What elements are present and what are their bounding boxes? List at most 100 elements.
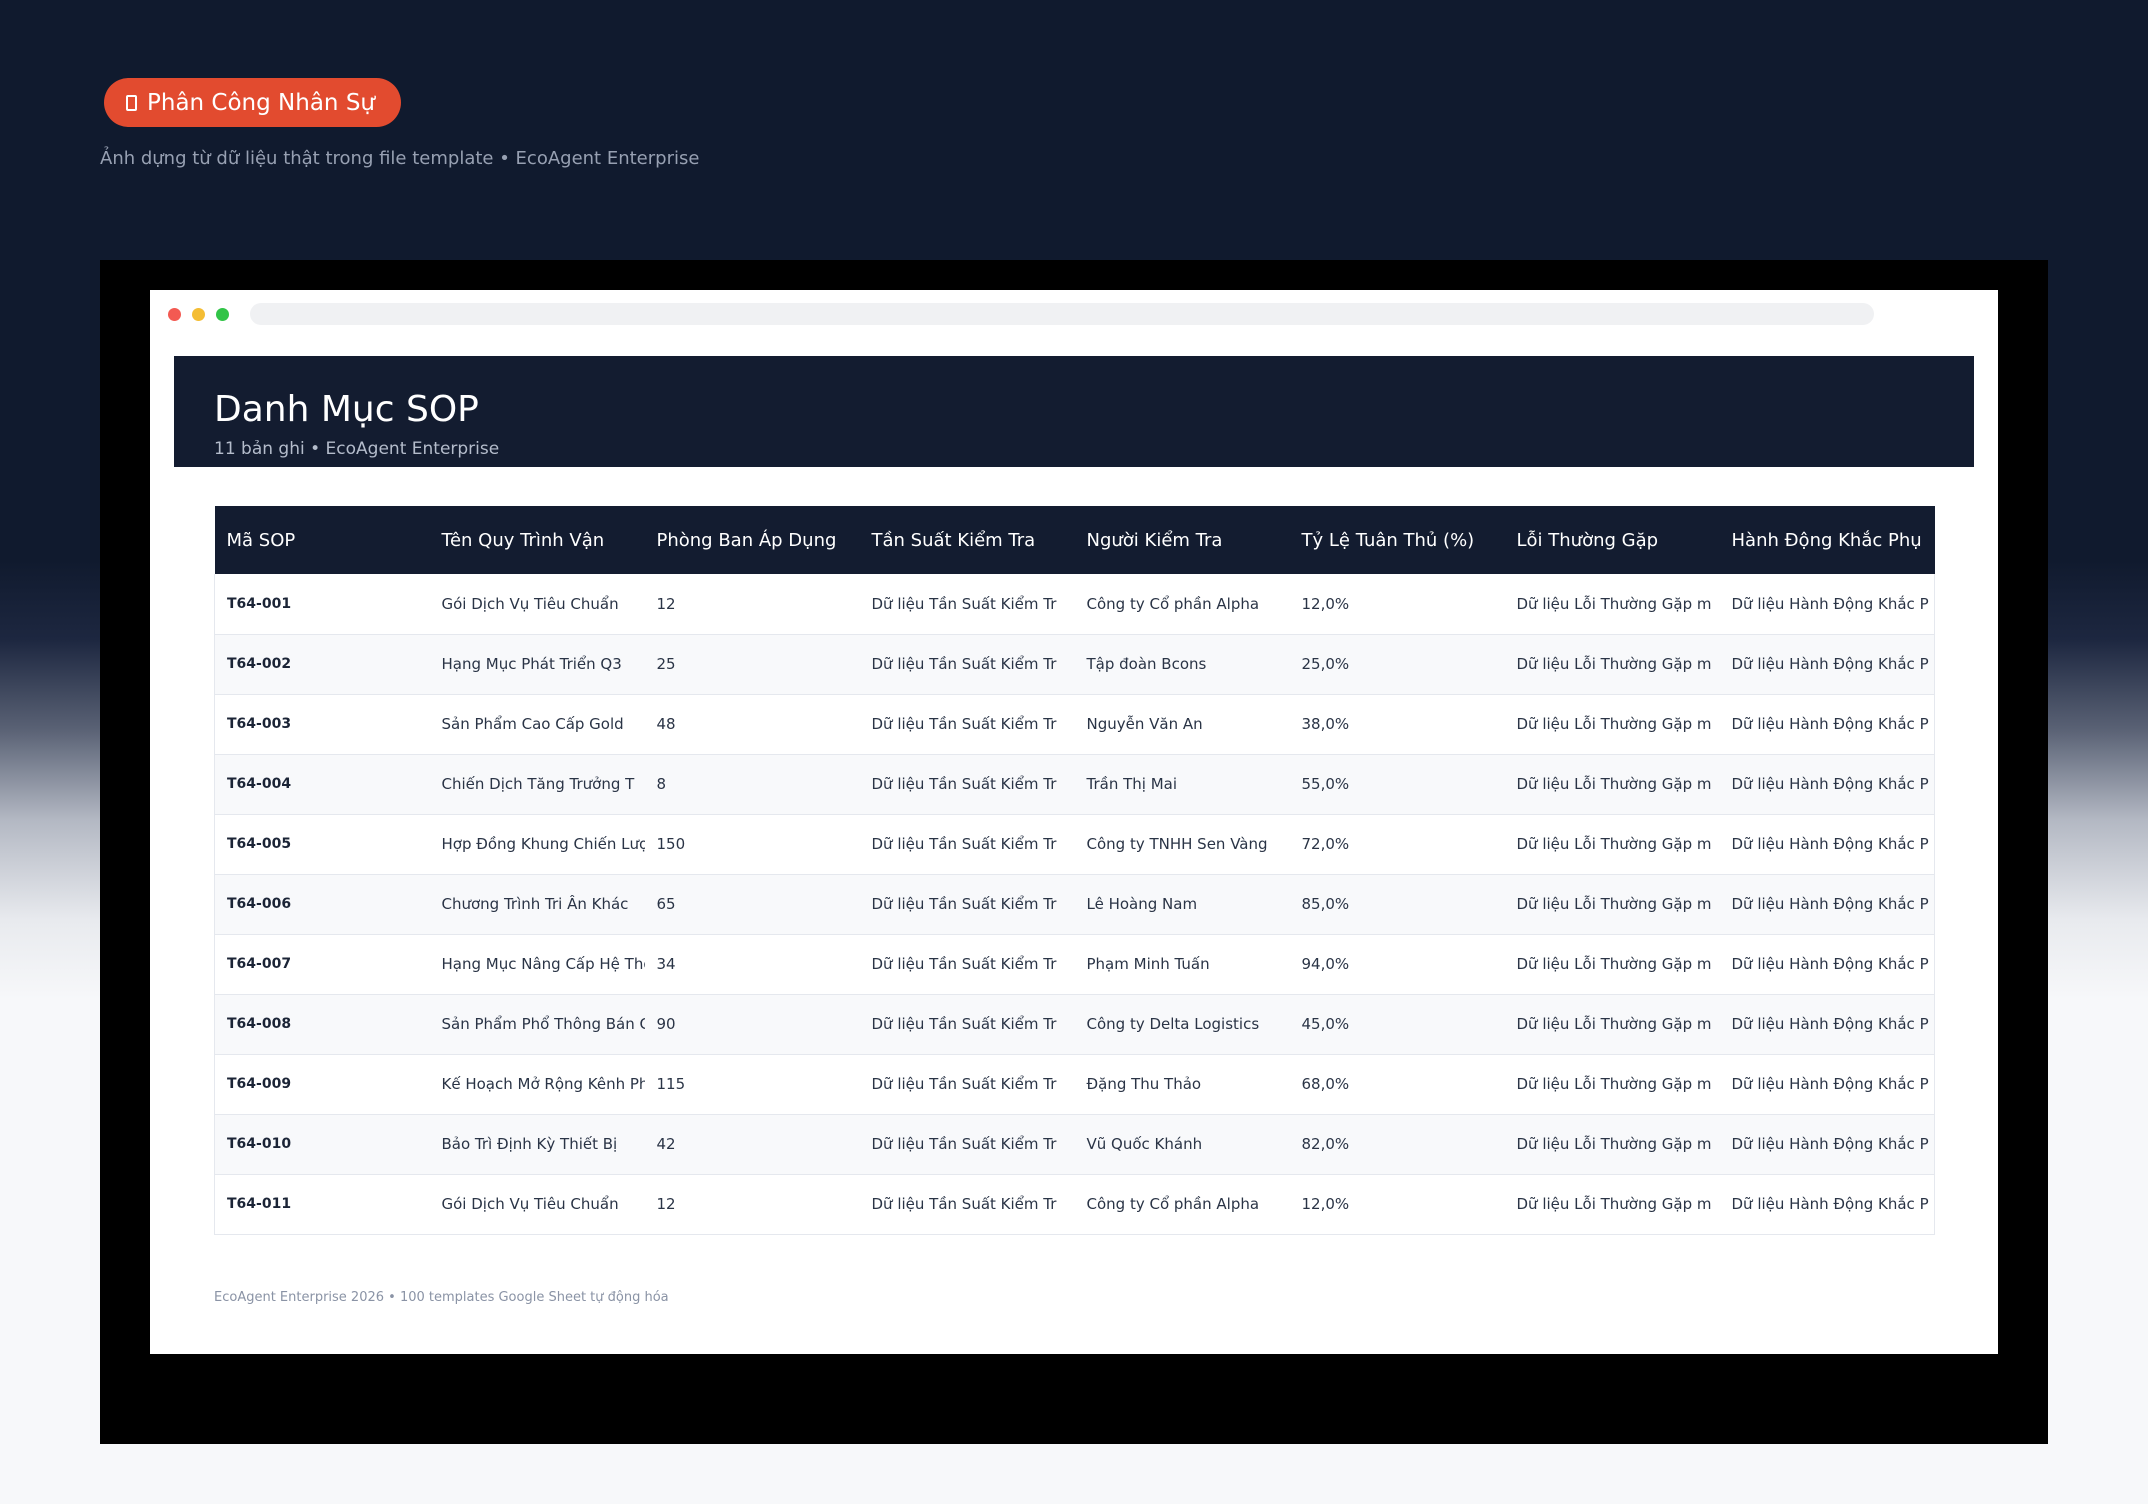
table-cell[interactable]: Hạng Mục Nâng Cấp Hệ Thố — [429, 934, 645, 995]
table-cell[interactable]: 12,0% — [1289, 574, 1505, 635]
table-cell[interactable]: Dữ liệu Lỗi Thường Gặp m — [1504, 574, 1720, 635]
table-cell[interactable]: 25,0% — [1289, 634, 1505, 695]
table-cell[interactable]: Đặng Thu Thảo — [1074, 1054, 1290, 1115]
table-cell[interactable]: Tập đoàn Bcons — [1074, 634, 1290, 695]
table-cell[interactable]: Chiến Dịch Tăng Trưởng T — [429, 754, 645, 815]
table-cell[interactable]: 34 — [644, 934, 860, 995]
table-cell[interactable]: Sản Phẩm Phổ Thông Bán C — [429, 994, 645, 1055]
table-row[interactable]: T64-005 Hợp Đồng Khung Chiến Lượ 150 Dữ liệ… — [214, 814, 1935, 875]
sop-code-cell[interactable]: T64-005 — [214, 814, 430, 875]
column-header[interactable]: Tỷ Lệ Tuân Thủ (%) — [1289, 506, 1505, 574]
table-row[interactable]: T64-001 Gói Dịch Vụ Tiêu Chuẩn 12 Dữ liệu T… — [214, 574, 1935, 635]
table-cell[interactable]: Dữ liệu Hành Động Khắc P — [1719, 1054, 1935, 1115]
table-cell[interactable]: 12 — [644, 1174, 860, 1235]
table-cell[interactable]: Dữ liệu Hành Động Khắc P — [1719, 994, 1935, 1055]
table-cell[interactable]: Công ty Cổ phần Alpha — [1074, 1174, 1290, 1235]
table-cell[interactable]: 42 — [644, 1114, 860, 1175]
table-row[interactable]: T64-003 Sản Phẩm Cao Cấp Gold 48 Dữ liệu Tầ… — [214, 694, 1935, 755]
table-cell[interactable]: Sản Phẩm Cao Cấp Gold — [429, 694, 645, 755]
table-cell[interactable]: Dữ liệu Tần Suất Kiểm Tr — [859, 874, 1075, 935]
column-header[interactable]: Lỗi Thường Gặp — [1504, 506, 1720, 574]
table-row[interactable]: T64-010 Bảo Trì Định Kỳ Thiết Bị 42 Dữ liệu… — [214, 1114, 1935, 1175]
sop-code-cell[interactable]: T64-008 — [214, 994, 430, 1055]
table-cell[interactable]: Dữ liệu Lỗi Thường Gặp m — [1504, 694, 1720, 755]
table-cell[interactable]: Dữ liệu Tần Suất Kiểm Tr — [859, 994, 1075, 1055]
table-cell[interactable]: Gói Dịch Vụ Tiêu Chuẩn — [429, 1174, 645, 1235]
table-cell[interactable]: Dữ liệu Tần Suất Kiểm Tr — [859, 934, 1075, 995]
table-cell[interactable]: Dữ liệu Lỗi Thường Gặp m — [1504, 814, 1720, 875]
column-header[interactable]: Mã SOP — [214, 506, 430, 574]
column-header[interactable]: Hành Động Khắc Phụ — [1719, 506, 1935, 574]
sop-code-cell[interactable]: T64-006 — [214, 874, 430, 935]
sop-code-cell[interactable]: T64-001 — [214, 574, 430, 635]
table-cell[interactable]: Công ty Cổ phần Alpha — [1074, 574, 1290, 635]
table-cell[interactable]: Dữ liệu Hành Động Khắc P — [1719, 634, 1935, 695]
table-cell[interactable]: Dữ liệu Lỗi Thường Gặp m — [1504, 1114, 1720, 1175]
table-cell[interactable]: Dữ liệu Lỗi Thường Gặp m — [1504, 934, 1720, 995]
table-cell[interactable]: 65 — [644, 874, 860, 935]
table-cell[interactable]: 150 — [644, 814, 860, 875]
table-row[interactable]: T64-002 Hạng Mục Phát Triển Q3 25 Dữ liệu T… — [214, 634, 1935, 695]
category-badge[interactable]: Phân Công Nhân Sự — [104, 78, 401, 127]
table-cell[interactable]: 25 — [644, 634, 860, 695]
table-cell[interactable]: Hợp Đồng Khung Chiến Lượ — [429, 814, 645, 875]
table-cell[interactable]: 85,0% — [1289, 874, 1505, 935]
sop-code-cell[interactable]: T64-010 — [214, 1114, 430, 1175]
table-cell[interactable]: Vũ Quốc Khánh — [1074, 1114, 1290, 1175]
table-cell[interactable]: Nguyễn Văn An — [1074, 694, 1290, 755]
table-cell[interactable]: Kế Hoạch Mở Rộng Kênh Ph — [429, 1054, 645, 1115]
table-row[interactable]: T64-008 Sản Phẩm Phổ Thông Bán C 90 Dữ liệu… — [214, 994, 1935, 1055]
table-cell[interactable]: Công ty TNHH Sen Vàng — [1074, 814, 1290, 875]
table-cell[interactable]: Dữ liệu Tần Suất Kiểm Tr — [859, 1114, 1075, 1175]
column-header[interactable]: Người Kiểm Tra — [1074, 506, 1290, 574]
table-cell[interactable]: 45,0% — [1289, 994, 1505, 1055]
table-cell[interactable]: Trần Thị Mai — [1074, 754, 1290, 815]
table-cell[interactable]: Dữ liệu Lỗi Thường Gặp m — [1504, 1174, 1720, 1235]
sop-code-cell[interactable]: T64-011 — [214, 1174, 430, 1235]
column-header[interactable]: Phòng Ban Áp Dụng — [644, 506, 860, 574]
table-cell[interactable]: Công ty Delta Logistics — [1074, 994, 1290, 1055]
table-cell[interactable]: 12,0% — [1289, 1174, 1505, 1235]
table-cell[interactable]: Dữ liệu Tần Suất Kiểm Tr — [859, 1174, 1075, 1235]
close-window-icon[interactable] — [168, 308, 181, 321]
table-cell[interactable]: Dữ liệu Lỗi Thường Gặp m — [1504, 1054, 1720, 1115]
table-cell[interactable]: Dữ liệu Tần Suất Kiểm Tr — [859, 814, 1075, 875]
sop-code-cell[interactable]: T64-009 — [214, 1054, 430, 1115]
sop-code-cell[interactable]: T64-004 — [214, 754, 430, 815]
table-cell[interactable]: Dữ liệu Hành Động Khắc P — [1719, 874, 1935, 935]
column-header[interactable]: Tên Quy Trình Vận — [429, 506, 645, 574]
table-cell[interactable]: Dữ liệu Hành Động Khắc P — [1719, 754, 1935, 815]
minimize-window-icon[interactable] — [192, 308, 205, 321]
table-row[interactable]: T64-011 Gói Dịch Vụ Tiêu Chuẩn 12 Dữ liệu T… — [214, 1174, 1935, 1235]
column-header[interactable]: Tần Suất Kiểm Tra — [859, 506, 1075, 574]
table-cell[interactable]: 55,0% — [1289, 754, 1505, 815]
table-cell[interactable]: 48 — [644, 694, 860, 755]
table-row[interactable]: T64-009 Kế Hoạch Mở Rộng Kênh Ph 115 Dữ liệ… — [214, 1054, 1935, 1115]
table-cell[interactable]: Dữ liệu Lỗi Thường Gặp m — [1504, 874, 1720, 935]
table-row[interactable]: T64-007 Hạng Mục Nâng Cấp Hệ Thố 34 Dữ liệu… — [214, 934, 1935, 995]
table-cell[interactable]: 82,0% — [1289, 1114, 1505, 1175]
table-cell[interactable]: Dữ liệu Tần Suất Kiểm Tr — [859, 694, 1075, 755]
sop-code-cell[interactable]: T64-002 — [214, 634, 430, 695]
table-cell[interactable]: Dữ liệu Hành Động Khắc P — [1719, 1174, 1935, 1235]
table-cell[interactable]: Phạm Minh Tuấn — [1074, 934, 1290, 995]
table-cell[interactable]: 115 — [644, 1054, 860, 1115]
table-cell[interactable]: Dữ liệu Hành Động Khắc P — [1719, 814, 1935, 875]
table-cell[interactable]: Dữ liệu Hành Động Khắc P — [1719, 934, 1935, 995]
table-cell[interactable]: 68,0% — [1289, 1054, 1505, 1115]
table-cell[interactable]: Dữ liệu Hành Động Khắc P — [1719, 574, 1935, 635]
table-cell[interactable]: Dữ liệu Tần Suất Kiểm Tr — [859, 574, 1075, 635]
table-cell[interactable]: Hạng Mục Phát Triển Q3 — [429, 634, 645, 695]
table-cell[interactable]: 72,0% — [1289, 814, 1505, 875]
sop-code-cell[interactable]: T64-003 — [214, 694, 430, 755]
table-cell[interactable]: 8 — [644, 754, 860, 815]
table-cell[interactable]: 38,0% — [1289, 694, 1505, 755]
table-row[interactable]: T64-004 Chiến Dịch Tăng Trưởng T 8 Dữ liệu … — [214, 754, 1935, 815]
table-row[interactable]: T64-006 Chương Trình Tri Ân Khác 65 Dữ liệu… — [214, 874, 1935, 935]
address-bar[interactable] — [250, 303, 1874, 325]
table-cell[interactable]: Dữ liệu Tần Suất Kiểm Tr — [859, 634, 1075, 695]
table-cell[interactable]: Dữ liệu Hành Động Khắc P — [1719, 694, 1935, 755]
table-cell[interactable]: Dữ liệu Hành Động Khắc P — [1719, 1114, 1935, 1175]
table-cell[interactable]: Dữ liệu Lỗi Thường Gặp m — [1504, 754, 1720, 815]
table-cell[interactable]: Dữ liệu Lỗi Thường Gặp m — [1504, 634, 1720, 695]
